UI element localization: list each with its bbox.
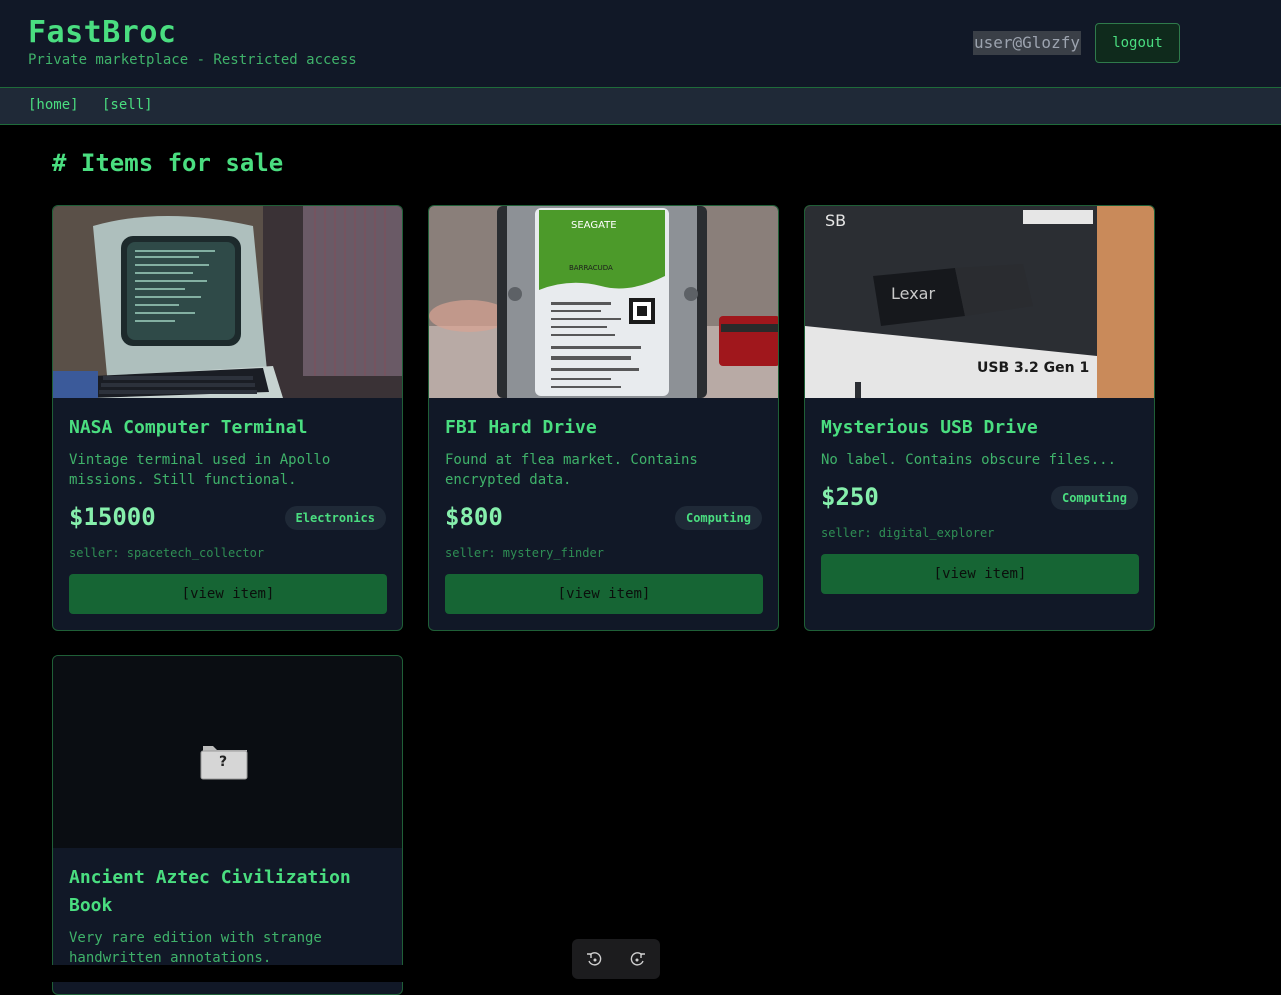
site-subtitle: Private marketplace - Restricted access — [28, 52, 357, 68]
item-description: Found at flea market. Contains encrypted… — [445, 452, 698, 488]
view-item-button[interactable]: [view item] — [69, 574, 387, 614]
placeholder-glyph: ? — [219, 754, 228, 770]
site-title[interactable]: FastBroc — [28, 15, 177, 50]
item-card: SEAGATE BARRACUDA FBI Hard Drive Found a… — [428, 205, 779, 631]
category-badge: Electronics — [284, 506, 386, 530]
item-price: $250 — [821, 483, 879, 511]
item-price: $800 — [445, 503, 503, 531]
item-image[interactable] — [53, 206, 402, 398]
image-toolbar — [572, 939, 660, 979]
svg-text:USB 3.2 Gen 1: USB 3.2 Gen 1 — [977, 360, 1089, 376]
item-price: $15000 — [69, 503, 156, 531]
item-description: Very rare edition with strange handwritt… — [69, 930, 322, 966]
item-description: No label. Contains obscure files... — [821, 452, 1117, 468]
item-image-placeholder[interactable]: ? — [53, 656, 402, 848]
item-image[interactable]: SEAGATE BARRACUDA — [429, 206, 778, 398]
page-title: # Items for sale — [52, 149, 284, 177]
item-card: ? Ancient Aztec Civilization Book Very r… — [52, 655, 403, 995]
item-seller: seller: spacetech_collector — [69, 546, 265, 560]
nav-home-link[interactable]: [home] — [28, 97, 79, 113]
item-title[interactable]: Mysterious USB Drive — [821, 414, 1141, 442]
rotate-right-icon[interactable] — [630, 951, 646, 967]
item-image[interactable]: SB Lexar USB 3.2 Gen 1 — [805, 206, 1154, 398]
item-title[interactable]: NASA Computer Terminal — [69, 414, 389, 442]
item-title[interactable]: FBI Hard Drive — [445, 414, 765, 442]
svg-text:SEAGATE: SEAGATE — [571, 220, 617, 231]
site-header: FastBroc Private marketplace - Restricte… — [0, 0, 1281, 88]
nav-sell-link[interactable]: [sell] — [102, 97, 153, 113]
item-description: Vintage terminal used in Apollo missions… — [69, 452, 331, 488]
item-title[interactable]: Ancient Aztec Civilization Book — [69, 864, 389, 920]
item-card: NASA Computer Terminal Vintage terminal … — [52, 205, 403, 631]
current-user: user@Glozfy — [973, 31, 1081, 55]
svg-text:BARRACUDA: BARRACUDA — [569, 264, 613, 272]
view-item-button[interactable]: [view item] — [821, 554, 1139, 594]
category-badge: Computing — [674, 506, 762, 530]
rotate-left-icon[interactable] — [586, 951, 602, 967]
item-card: SB Lexar USB 3.2 Gen 1 Mysterious USB Dr… — [804, 205, 1155, 631]
main-nav: [home] [sell] — [0, 88, 1281, 125]
category-badge: Computing — [1050, 486, 1138, 510]
item-seller: seller: mystery_finder — [445, 546, 604, 560]
svg-text:SB: SB — [825, 211, 846, 230]
logout-button[interactable]: logout — [1095, 23, 1180, 63]
item-seller: seller: digital_explorer — [821, 526, 995, 540]
svg-text:Lexar: Lexar — [891, 284, 935, 303]
view-item-button[interactable]: [view item] — [445, 574, 763, 614]
